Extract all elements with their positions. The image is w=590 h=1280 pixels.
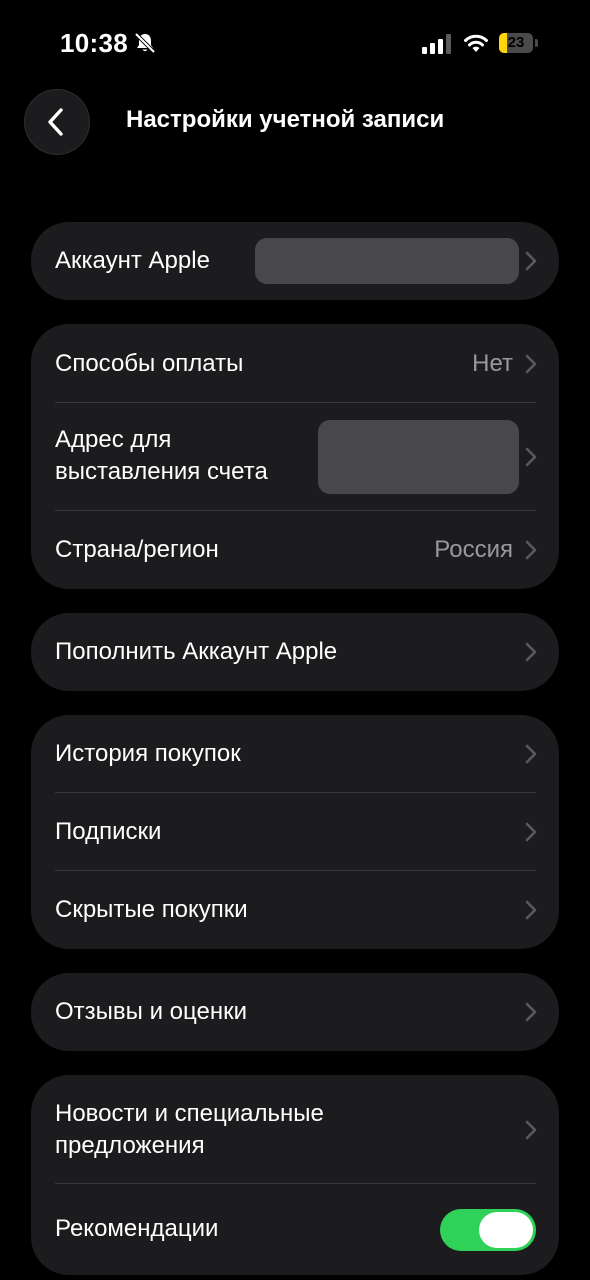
- subscriptions-row[interactable]: Подписки: [31, 793, 559, 870]
- status-bar: 10:38 23: [0, 0, 590, 88]
- chevron-right-icon: [525, 251, 537, 271]
- apple-account-card: Аккаунт Apple: [31, 222, 559, 300]
- redacted-account-id: [255, 238, 519, 284]
- chevron-right-icon: [525, 354, 537, 374]
- apple-account-row[interactable]: Аккаунт Apple: [31, 222, 559, 300]
- top-up-card: Пополнить Аккаунт Apple: [31, 613, 559, 691]
- chevron-right-icon: [525, 642, 537, 662]
- apple-account-label: Аккаунт Apple: [55, 247, 210, 274]
- recommendations-label: Рекомендации: [55, 1215, 219, 1242]
- country-region-label: Страна/регион: [55, 536, 219, 563]
- top-up-row[interactable]: Пополнить Аккаунт Apple: [31, 613, 559, 691]
- billing-address-label-line1: Адрес для: [55, 426, 172, 453]
- status-time: 10:38: [60, 28, 128, 58]
- cellular-signal-icon: [422, 34, 451, 54]
- billing-address-row[interactable]: Адрес для выставления счета: [31, 403, 559, 510]
- wifi-icon: [464, 34, 488, 52]
- chevron-right-icon: [525, 540, 537, 560]
- news-card: Новости и специальные предложения Рекоме…: [31, 1075, 559, 1275]
- hidden-purchases-label: Скрытые покупки: [55, 896, 248, 923]
- battery-icon: 23: [499, 33, 533, 53]
- page-title: Настройки учетной записи: [126, 106, 445, 133]
- country-region-row[interactable]: Страна/регион Россия: [31, 511, 559, 589]
- country-region-value: Россия: [434, 536, 513, 563]
- reviews-label: Отзывы и оценки: [55, 998, 247, 1025]
- toggle-knob: [479, 1212, 533, 1248]
- news-offers-label-line2: предложения: [55, 1132, 205, 1159]
- reviews-card: Отзывы и оценки: [31, 973, 559, 1051]
- bell-slash-icon: [134, 32, 156, 54]
- chevron-right-icon: [525, 744, 537, 764]
- chevron-right-icon: [525, 822, 537, 842]
- purchase-history-row[interactable]: История покупок: [31, 715, 559, 792]
- purchases-card: История покупок Подписки Скрытые покупки: [31, 715, 559, 949]
- payment-card: Способы оплаты Нет Адрес для выставления…: [31, 324, 559, 589]
- reviews-row[interactable]: Отзывы и оценки: [31, 973, 559, 1051]
- payment-methods-row[interactable]: Способы оплаты Нет: [31, 324, 559, 402]
- recommendations-row: Рекомендации: [31, 1184, 559, 1275]
- chevron-left-icon: [48, 108, 63, 136]
- billing-address-label-line2: выставления счета: [55, 458, 268, 485]
- chevron-right-icon: [525, 1120, 537, 1140]
- chevron-right-icon: [525, 1002, 537, 1022]
- hidden-purchases-row[interactable]: Скрытые покупки: [31, 871, 559, 949]
- chevron-right-icon: [525, 900, 537, 920]
- news-offers-label-line1: Новости и специальные: [55, 1100, 324, 1127]
- redacted-billing-address: [318, 420, 519, 494]
- payment-methods-label: Способы оплаты: [55, 350, 244, 377]
- recommendations-toggle[interactable]: [440, 1209, 536, 1251]
- news-offers-row[interactable]: Новости и специальные предложения: [31, 1075, 559, 1183]
- battery-level: 23: [507, 34, 525, 51]
- purchase-history-label: История покупок: [55, 740, 241, 767]
- subscriptions-label: Подписки: [55, 818, 162, 845]
- top-up-label: Пополнить Аккаунт Apple: [55, 638, 338, 665]
- payment-methods-value: Нет: [472, 350, 513, 377]
- battery-cap: [535, 39, 538, 47]
- chevron-right-icon: [525, 447, 537, 467]
- back-button[interactable]: [24, 89, 90, 155]
